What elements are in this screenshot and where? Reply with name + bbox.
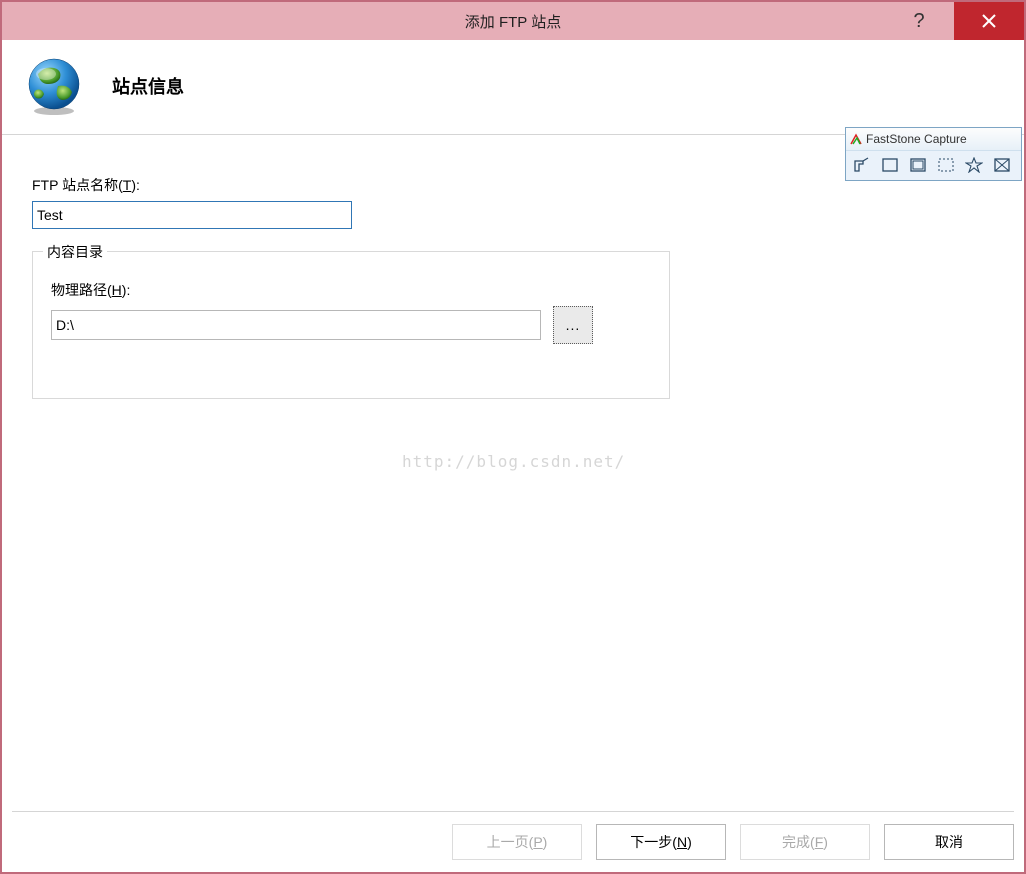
capture-freehand-icon[interactable] bbox=[936, 156, 956, 174]
wizard-heading: 站点信息 bbox=[112, 73, 184, 99]
dialog-window: 添加 FTP 站点 ? bbox=[0, 0, 1026, 874]
physical-path-label: 物理路径(H): bbox=[51, 280, 651, 300]
physical-path-input[interactable] bbox=[51, 310, 541, 340]
finish-button[interactable]: 完成(F) bbox=[740, 824, 870, 860]
wizard-header: 站点信息 bbox=[2, 40, 1024, 135]
globe-icon bbox=[24, 56, 84, 116]
wizard-footer: 上一页(P) 下一步(N) 完成(F) 取消 bbox=[12, 811, 1014, 860]
help-button[interactable]: ? bbox=[884, 2, 954, 40]
capture-active-window-icon[interactable] bbox=[852, 156, 872, 174]
content-directory-fieldset: 内容目录 物理路径(H): ... bbox=[32, 251, 670, 399]
titlebar-controls: ? bbox=[884, 2, 1024, 40]
next-button[interactable]: 下一步(N) bbox=[596, 824, 726, 860]
capture-fullscreen-icon[interactable] bbox=[964, 156, 984, 174]
faststone-titlebar[interactable]: FastStone Capture bbox=[846, 128, 1021, 151]
capture-scrolling-icon[interactable] bbox=[992, 156, 1012, 174]
site-name-input[interactable] bbox=[32, 201, 352, 229]
watermark-text: http://blog.csdn.net/ bbox=[402, 452, 625, 471]
previous-button[interactable]: 上一页(P) bbox=[452, 824, 582, 860]
window-title: 添加 FTP 站点 bbox=[2, 11, 1024, 32]
titlebar: 添加 FTP 站点 ? bbox=[2, 2, 1024, 40]
fieldset-legend: 内容目录 bbox=[43, 242, 107, 262]
faststone-toolbar[interactable]: FastStone Capture bbox=[845, 127, 1022, 181]
browse-button[interactable]: ... bbox=[553, 306, 593, 344]
physical-path-row: ... bbox=[51, 306, 651, 344]
capture-window-icon[interactable] bbox=[880, 156, 900, 174]
faststone-title: FastStone Capture bbox=[866, 132, 967, 146]
close-button[interactable] bbox=[954, 2, 1024, 40]
close-icon bbox=[981, 13, 997, 29]
faststone-body bbox=[846, 151, 1021, 180]
faststone-logo-icon bbox=[850, 133, 862, 145]
cancel-button[interactable]: 取消 bbox=[884, 824, 1014, 860]
capture-rect-icon[interactable] bbox=[908, 156, 928, 174]
site-name-row: FTP 站点名称(T): bbox=[32, 175, 994, 229]
